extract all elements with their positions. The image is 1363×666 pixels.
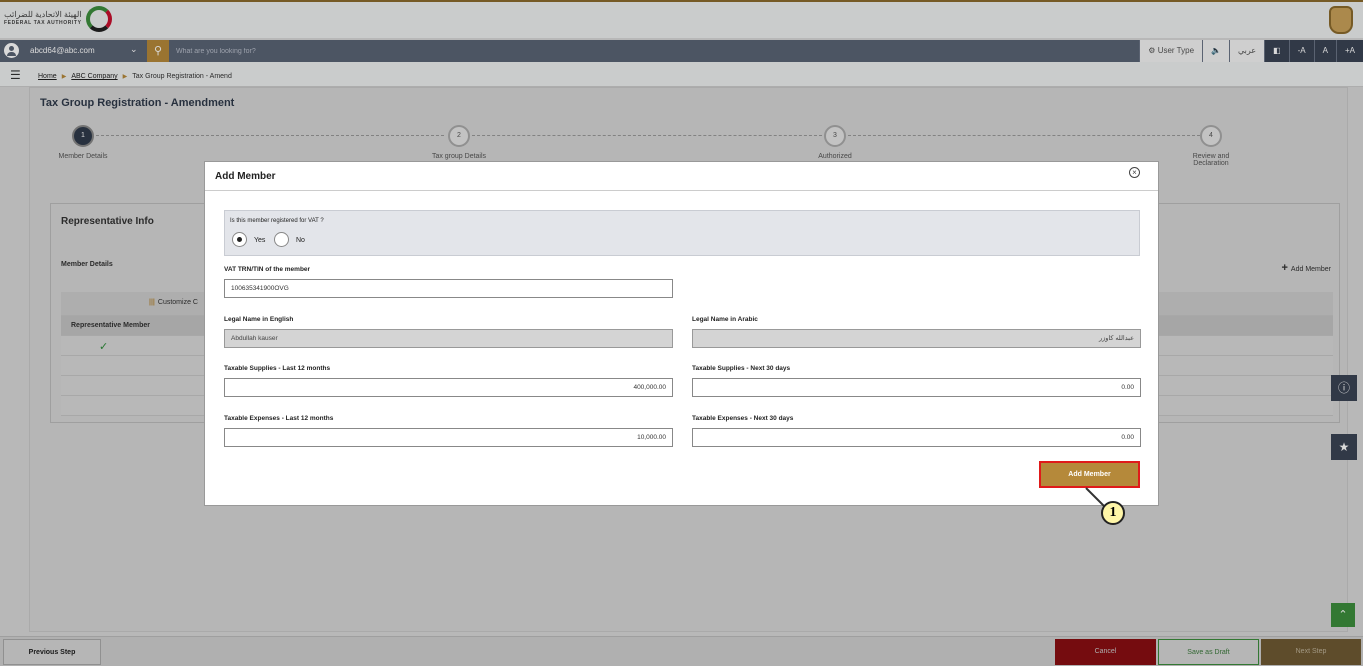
vat-no-radio[interactable] [274, 232, 289, 247]
expenses-30-label: Taxable Expenses - Next 30 days [692, 415, 794, 422]
legal-name-en-label: Legal Name in English [224, 316, 294, 323]
supplies-12-label: Taxable Supplies - Last 12 months [224, 365, 331, 372]
legal-name-ar-label: Legal Name in Arabic [692, 316, 758, 323]
vat-yes-label: Yes [254, 237, 266, 244]
trn-label: VAT TRN/TIN of the member [224, 266, 311, 273]
vat-no-label: No [296, 237, 305, 244]
legal-name-en-field: Abdullah kauser [224, 329, 673, 348]
supplies-12-input[interactable]: 400,000.00 [224, 378, 673, 397]
add-member-modal: Add Member × Is this member registered f… [204, 161, 1159, 506]
vat-question: Is this member registered for VAT ? [230, 218, 324, 224]
trn-input[interactable]: 100635341900OVG [224, 279, 673, 298]
modal-title: Add Member [215, 171, 276, 182]
expenses-12-input[interactable]: 10,000.00 [224, 428, 673, 447]
expenses-12-label: Taxable Expenses - Last 12 months [224, 415, 334, 422]
add-member-button[interactable]: Add Member [1039, 461, 1140, 488]
supplies-30-label: Taxable Supplies - Next 30 days [692, 365, 791, 372]
callout-marker: 1 [1101, 501, 1125, 525]
vat-yes-radio[interactable] [232, 232, 247, 247]
supplies-30-input[interactable]: 0.00 [692, 378, 1141, 397]
legal-name-ar-field: عبدالله كاوزر [692, 329, 1141, 348]
close-icon[interactable]: × [1129, 167, 1140, 178]
modal-header: Add Member × [205, 162, 1158, 191]
vat-question-box: Is this member registered for VAT ? Yes … [224, 210, 1140, 256]
expenses-30-input[interactable]: 0.00 [692, 428, 1141, 447]
